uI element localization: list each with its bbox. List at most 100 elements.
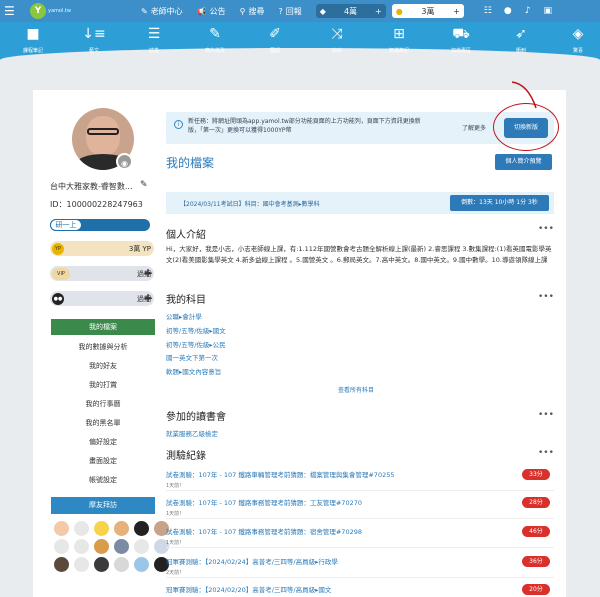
nav-free[interactable]: ⤨ 白由 bbox=[312, 24, 362, 54]
nav-sprint[interactable]: ➶ 衝刺 bbox=[496, 24, 546, 54]
panda-plus-button[interactable]: + bbox=[143, 291, 153, 305]
friend-avatar[interactable] bbox=[74, 539, 89, 554]
sidebar-item-data[interactable]: 我的數據與分析 bbox=[51, 342, 155, 352]
more-icon[interactable]: ••• bbox=[538, 224, 554, 234]
more-icon[interactable]: ••• bbox=[538, 410, 554, 420]
panda-icon: ●● bbox=[52, 292, 64, 305]
yp-value: 3萬 YP bbox=[128, 244, 151, 253]
sidebar-item-preferences[interactable]: 偏好設定 bbox=[51, 437, 155, 447]
friend-avatar[interactable] bbox=[94, 539, 109, 554]
friend-avatar[interactable] bbox=[74, 557, 89, 572]
plus-icon[interactable]: + bbox=[453, 7, 460, 16]
friend-avatar[interactable] bbox=[114, 539, 129, 554]
all-subjects-link[interactable]: 查看所有科目 bbox=[338, 385, 374, 394]
quiz-heading: 測驗紀錄 bbox=[166, 451, 206, 462]
sidebar-item-calendar[interactable]: 我的行事曆 bbox=[51, 399, 155, 409]
intro-text: Hi，大家好，我是小志，小志老師線上課，有:1.112年國營數會考古題全解析線上… bbox=[166, 245, 552, 264]
user-icon[interactable]: ● bbox=[498, 6, 518, 16]
subject-link[interactable]: 公職▸會計學 bbox=[166, 311, 202, 321]
quiz-date: 1天前！ bbox=[166, 511, 185, 517]
friend-avatar[interactable] bbox=[74, 521, 89, 536]
menu-icon[interactable]: ☰ bbox=[4, 4, 22, 18]
coin-icon: ● bbox=[395, 6, 403, 16]
quiz-row[interactable]: 冠軍賽測驗：【2024/02/20】高普考/三四等/高員級▸國文 20分 bbox=[166, 584, 554, 597]
friend-avatar[interactable] bbox=[134, 539, 149, 554]
nav-premium[interactable]: ⛟ 加值專區 bbox=[436, 24, 486, 54]
nav-writing[interactable]: ✎ 寫作批改 bbox=[190, 24, 240, 54]
pencil-icon: ✎ bbox=[140, 6, 148, 16]
subject-link[interactable]: 軟題▸國文內容意旨 bbox=[166, 366, 221, 376]
quiz-title[interactable]: 試卷測驗：107年 - 107 鐵路車輛管理考前猜題：檔案管理與集會管理#702… bbox=[166, 469, 554, 479]
nav-announcement[interactable]: 📢 公告 bbox=[197, 6, 226, 17]
book-club-heading: 參加的讀書會 bbox=[166, 412, 226, 423]
nav-search[interactable]: ⚲ 搜尋 bbox=[240, 6, 265, 17]
friend-avatar[interactable] bbox=[134, 557, 149, 572]
friend-avatar[interactable] bbox=[114, 557, 129, 572]
friend-avatar[interactable] bbox=[54, 521, 69, 536]
nav-course-notes[interactable]: ■ 課程筆記 bbox=[8, 24, 58, 54]
nav-exams[interactable]: ☰ 試卷 bbox=[129, 24, 179, 54]
sidebar-item-profile[interactable]: 我的檔案 bbox=[51, 319, 155, 335]
nav-arts[interactable]: ↓≡ 藝文 bbox=[69, 24, 119, 54]
subject-link[interactable]: 初等/五等/佐級▸公民 bbox=[166, 339, 226, 349]
nav-knowledge-notes[interactable]: ⊞ 知識筆記 bbox=[374, 24, 424, 54]
nav-teacher-center[interactable]: ✎ 老師中心 bbox=[141, 6, 183, 17]
nav-label: 公告 bbox=[209, 6, 226, 16]
quiz-date: 1天前！ bbox=[166, 483, 185, 489]
friend-avatar[interactable] bbox=[134, 521, 149, 536]
friend-avatar[interactable] bbox=[114, 521, 129, 536]
nav-chinese[interactable]: ✐ 國語 bbox=[250, 24, 300, 54]
sidebar-item-friends[interactable]: 我的好友 bbox=[51, 361, 155, 371]
sidebar-item-tips[interactable]: 我的打賞 bbox=[51, 380, 155, 390]
top-bar: ☰ Y yamol.tw ✎ 老師中心 📢 公告 ⚲ 搜尋 ? 回報 ◆ 4萬 + ● 3萬 +… bbox=[0, 0, 600, 22]
coin-value: 4萬 bbox=[343, 6, 358, 16]
friend-avatar[interactable] bbox=[94, 521, 109, 536]
quiz-date: 1天前！ bbox=[166, 540, 185, 546]
nav-report[interactable]: ? 回報 bbox=[279, 6, 302, 17]
quiz-row[interactable]: 試卷測驗：107年 - 107 鐵路車輛管理考前猜題：檔案管理與集會管理#702… bbox=[166, 469, 554, 491]
friend-avatar[interactable] bbox=[54, 557, 69, 572]
quiz-title[interactable]: 試卷測驗：107年 - 107 鐵路事務管理考前猜題：工友管理#70270 bbox=[166, 497, 554, 507]
quiz-row[interactable]: 試卷測驗：107年 - 107 鐵路事務管理考前猜題：宿舍管理#70298 1天前… bbox=[166, 526, 554, 548]
more-icon[interactable]: ••• bbox=[538, 448, 554, 458]
sort-icon: ↓≡ bbox=[82, 26, 106, 42]
nav-label: 搜尋 bbox=[248, 6, 265, 16]
subject-link[interactable]: 初等/五等/佐級▸國文 bbox=[166, 325, 226, 335]
subject-link[interactable]: 國一英文下第一次 bbox=[166, 352, 218, 362]
quiz-row[interactable]: 試卷測驗：107年 - 107 鐵路事務管理考前猜題：工友管理#70270 1天前… bbox=[166, 497, 554, 519]
bell-icon[interactable]: ♪ bbox=[518, 6, 538, 16]
sidebar-item-blacklist[interactable]: 我的黑名單 bbox=[51, 418, 155, 428]
edit-name-icon[interactable]: ✎ bbox=[140, 180, 148, 190]
list-icon[interactable]: ☷ bbox=[478, 6, 498, 16]
video-icon: ■ bbox=[26, 26, 40, 42]
pen-icon: ✎ bbox=[209, 26, 221, 42]
sidebar-item-display[interactable]: 畫面設定 bbox=[51, 456, 155, 466]
book-club-link[interactable]: 就業服務乙級檢定 bbox=[166, 428, 218, 438]
exam-countdown-bar: 【2024/03/11考試日】科目：國中會考基測▸數學科 倒數：13天 10小時… bbox=[166, 192, 554, 214]
friend-avatar[interactable] bbox=[54, 539, 69, 554]
countdown-button[interactable]: 倒數：13天 10小時 1分 3秒 bbox=[450, 195, 549, 211]
quiz-title[interactable]: 冠軍賽測驗：【2024/02/20】高普考/三四等/高員級▸國文 bbox=[166, 584, 554, 594]
panda-row: ●● 過期 bbox=[50, 291, 154, 306]
diamond-wallet[interactable]: ◆ 4萬 + bbox=[315, 4, 386, 18]
nav-surprise[interactable]: ◈ 驚喜 bbox=[558, 24, 598, 54]
quiz-title[interactable]: 冠軍賽測驗：【2024/02/24】高普考/三四等/高員級▸行政學 bbox=[166, 556, 554, 566]
friend-avatar[interactable] bbox=[94, 557, 109, 572]
coin-wallet[interactable]: ● 3萬 + bbox=[391, 4, 464, 18]
learn-more-link[interactable]: 了解更多 bbox=[462, 123, 486, 132]
exam-text: 【2024/03/11考試日】科目：國中會考基測▸數學科 bbox=[180, 201, 320, 208]
intro-heading: 個人介紹 bbox=[166, 230, 206, 241]
vip-plus-button[interactable]: + bbox=[143, 266, 153, 280]
sidebar-item-account[interactable]: 帳號設定 bbox=[51, 475, 155, 485]
plus-icon[interactable]: + bbox=[375, 7, 382, 16]
logo[interactable]: Y bbox=[30, 3, 46, 19]
profile-badge-icon[interactable]: ▣ bbox=[538, 6, 558, 16]
level-label: 研一上 bbox=[50, 219, 82, 231]
quiz-row[interactable]: 冠軍賽測驗：【2024/02/24】高普考/三四等/高員級▸行政學 2天前！ 36分 bbox=[166, 556, 554, 578]
camera-icon[interactable]: ◉ bbox=[116, 153, 133, 170]
intro-preview-button[interactable]: 個人簡介預覽 bbox=[495, 154, 552, 170]
quiz-score: 28分 bbox=[522, 497, 550, 508]
more-icon[interactable]: ••• bbox=[538, 292, 554, 302]
info-icon: i bbox=[174, 120, 183, 129]
quiz-title[interactable]: 試卷測驗：107年 - 107 鐵路事務管理考前猜題：宿舍管理#70298 bbox=[166, 526, 554, 536]
